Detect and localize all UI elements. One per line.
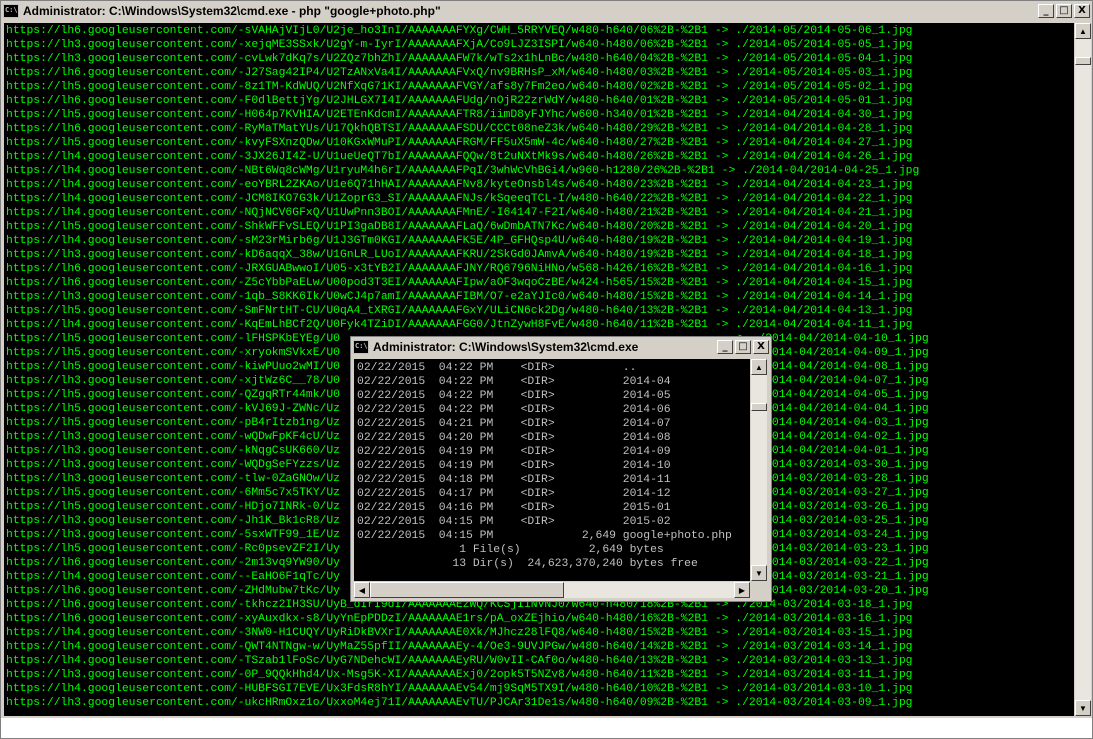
console-line: https://lh4.googleusercontent.com/-KqEmL… (6, 319, 913, 331)
console-line: https://lh5.googleusercontent.com/-SmFNr… (6, 305, 913, 317)
console-line: https://lh6.googleusercontent.com/-xyAux… (6, 613, 913, 625)
console-line: https://lh5.googleusercontent.com/-8z1TM… (6, 81, 913, 93)
console-line: 1 File(s) 2,649 bytes (357, 544, 664, 556)
console-line: https://lh4.googleusercontent.com/-HUBFS… (6, 683, 913, 695)
front-horizontal-scrollbar[interactable]: ◀ ▶ (354, 582, 750, 598)
minimize-button[interactable]: _ (1038, 4, 1054, 18)
main-vertical-scrollbar[interactable]: ▲ ▼ (1075, 23, 1091, 716)
console-line: 02/22/2015 04:22 PM <DIR> 2014-06 (357, 404, 671, 416)
scroll-right-button[interactable]: ▶ (734, 582, 750, 598)
console-line: https://lh4.googleusercontent.com/-eoYBR… (6, 179, 913, 191)
console-line: https://lh3.googleusercontent.com/-ukcHR… (6, 697, 913, 709)
console-line: 02/22/2015 04:22 PM <DIR> .. (357, 362, 637, 374)
front-vertical-scrollbar[interactable]: ▲ ▼ (751, 359, 767, 581)
front-cmd-window: C:\ Administrator: C:\Windows\System32\c… (350, 336, 772, 602)
console-line: 02/22/2015 04:17 PM <DIR> 2014-12 (357, 488, 671, 500)
console-line: 02/22/2015 04:15 PM <DIR> 2015-02 (357, 516, 671, 528)
console-line: https://lh4.googleusercontent.com/-3NW0-… (6, 627, 913, 639)
main-horizontal-scrollbar[interactable] (1, 718, 1092, 738)
close-button[interactable]: X (1074, 4, 1090, 18)
console-line: https://lh4.googleusercontent.com/-sM23r… (6, 235, 913, 247)
cmd-app-icon[interactable]: C:\ (353, 340, 369, 354)
console-line: https://lh6.googleusercontent.com/-JRXGU… (6, 263, 913, 275)
arrow-right-icon: ▶ (738, 585, 746, 595)
main-window-title: Administrator: C:\Windows\System32\cmd.e… (23, 4, 441, 18)
console-line: 02/22/2015 04:21 PM <DIR> 2014-07 (357, 418, 671, 430)
console-line: https://lh6.googleusercontent.com/-sVAHA… (6, 25, 913, 37)
scroll-up-button[interactable]: ▲ (1075, 23, 1091, 39)
scroll-down-button[interactable]: ▼ (1075, 700, 1091, 716)
minimize-button[interactable]: _ (717, 340, 733, 354)
console-line: https://lh6.googleusercontent.com/-RyMaT… (6, 123, 913, 135)
front-console-output[interactable]: 02/22/2015 04:22 PM <DIR> .. 02/22/2015 0… (354, 359, 750, 581)
console-line: https://lh4.googleusercontent.com/-JCM8I… (6, 193, 913, 205)
console-line: 02/22/2015 04:16 PM <DIR> 2015-01 (357, 502, 671, 514)
console-line: https://lh3.googleusercontent.com/-1qb_S… (6, 291, 913, 303)
console-line: https://lh6.googleusercontent.com/-Z5cYb… (6, 277, 913, 289)
console-line: 02/22/2015 04:15 PM 2,649 google+photo.p… (357, 530, 732, 542)
console-line: 02/22/2015 04:18 PM <DIR> 2014-11 (357, 474, 671, 486)
console-line: 02/22/2015 04:19 PM <DIR> 2014-09 (357, 446, 671, 458)
console-line: https://lh3.googleusercontent.com/-cvLwk… (6, 53, 913, 65)
cmd-app-icon[interactable]: C:\ (3, 4, 19, 18)
console-line: https://lh3.googleusercontent.com/-kD6aq… (6, 249, 913, 261)
console-line: https://lh6.googleusercontent.com/-J27Sa… (6, 67, 913, 79)
arrow-up-icon: ▲ (755, 362, 763, 372)
maximize-button[interactable]: □ (735, 340, 751, 354)
console-line: 02/22/2015 04:20 PM <DIR> 2014-08 (357, 432, 671, 444)
arrow-down-icon: ▼ (755, 568, 763, 578)
console-line: 13 Dir(s) 24,623,370,240 bytes free (357, 558, 698, 570)
horizontal-scroll-thumb[interactable] (370, 582, 564, 598)
main-titlebar[interactable]: C:\ Administrator: C:\Windows\System32\c… (1, 1, 1092, 21)
arrow-down-icon: ▼ (1079, 703, 1087, 713)
console-line: https://lh6.googleusercontent.com/-F0dlB… (6, 95, 913, 107)
console-line: https://lh5.googleusercontent.com/-ShkWF… (6, 221, 913, 233)
console-line: 02/22/2015 04:22 PM <DIR> 2014-05 (357, 390, 671, 402)
arrow-left-icon: ◀ (358, 585, 366, 595)
console-line: 02/22/2015 04:19 PM <DIR> 2014-10 (357, 460, 671, 472)
console-line: https://lh4.googleusercontent.com/-TSzab… (6, 655, 913, 667)
scroll-down-button[interactable]: ▼ (751, 565, 767, 581)
maximize-button[interactable]: □ (1056, 4, 1072, 18)
console-line: https://lh5.googleusercontent.com/-kvyFS… (6, 137, 913, 149)
scroll-up-button[interactable]: ▲ (751, 359, 767, 375)
scroll-thumb[interactable] (751, 403, 767, 411)
console-line: https://lh3.googleusercontent.com/-xejqM… (6, 39, 913, 51)
console-line: https://lh4.googleusercontent.com/-3JX26… (6, 151, 913, 163)
close-button[interactable]: X (753, 340, 769, 354)
console-line: https://lh4.googleusercontent.com/-NBt6W… (6, 165, 920, 177)
console-line: https://lh4.googleusercontent.com/-NQjNC… (6, 207, 913, 219)
console-line: 02/22/2015 04:22 PM <DIR> 2014-04 (357, 376, 671, 388)
arrow-up-icon: ▲ (1079, 26, 1087, 36)
console-line: https://lh3.googleusercontent.com/-0P_9Q… (6, 669, 913, 681)
front-window-title: Administrator: C:\Windows\System32\cmd.e… (373, 340, 639, 354)
console-line: https://lh4.googleusercontent.com/-QWT4N… (6, 641, 913, 653)
front-titlebar[interactable]: C:\ Administrator: C:\Windows\System32\c… (351, 337, 771, 357)
console-line: https://lh5.googleusercontent.com/-H064p… (6, 109, 913, 121)
scroll-left-button[interactable]: ◀ (354, 582, 370, 598)
scroll-thumb[interactable] (1075, 57, 1091, 65)
